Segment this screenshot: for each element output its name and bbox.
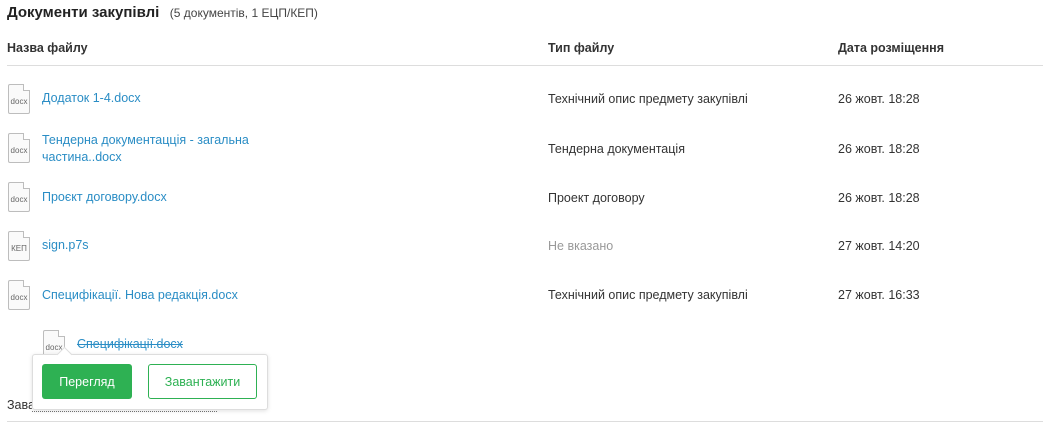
column-header-type: Тип файлу	[548, 41, 615, 55]
document-icon: docx	[8, 133, 30, 163]
signature-icon: КЕП	[8, 231, 30, 261]
file-type: Проект договору	[548, 191, 645, 205]
file-date: 26 жовт. 18:28	[838, 92, 920, 106]
file-actions-popover: Перегляд Завантажити	[32, 354, 268, 410]
document-icon: docx	[8, 182, 30, 212]
file-link[interactable]: Додаток 1-4.docx	[42, 90, 257, 107]
file-date: 26 жовт. 18:28	[838, 142, 920, 156]
section-title: Документи закупівлі	[7, 4, 160, 21]
file-type: Не вказано	[548, 239, 614, 253]
header-divider	[7, 65, 1043, 66]
bottom-divider	[7, 421, 1043, 422]
file-link[interactable]: Тендерна документацція - загальна частин…	[42, 132, 257, 166]
dotted-underline	[32, 411, 217, 412]
file-date: 27 жовт. 14:20	[838, 239, 920, 253]
document-icon: docx	[8, 280, 30, 310]
documents-summary: (5 документів, 1 ЕЦП/КЕП)	[169, 6, 318, 20]
file-type: Технічний опис предмету закупівлі	[548, 288, 748, 302]
view-button[interactable]: Перегляд	[42, 364, 132, 399]
file-type: Технічний опис предмету закупівлі	[548, 92, 748, 106]
old-version-link[interactable]: Специфікації.docx	[77, 336, 292, 353]
file-type: Тендерна документація	[548, 142, 685, 156]
file-link[interactable]: Специфікації. Нова редакція.docx	[42, 287, 257, 304]
file-link[interactable]: Проєкт договору.docx	[42, 189, 257, 206]
documents-header: Документи закупівлі (5 документів, 1 ЕЦП…	[7, 4, 318, 22]
download-button[interactable]: Завантажити	[148, 364, 257, 399]
file-date: 26 жовт. 18:28	[838, 191, 920, 205]
file-link[interactable]: sign.p7s	[42, 237, 257, 254]
partial-label: Завантажити	[7, 398, 32, 412]
document-icon: docx	[8, 84, 30, 114]
file-date: 27 жовт. 16:33	[838, 288, 920, 302]
column-header-name: Назва файлу	[7, 41, 88, 55]
column-header-date: Дата розміщення	[838, 41, 945, 55]
